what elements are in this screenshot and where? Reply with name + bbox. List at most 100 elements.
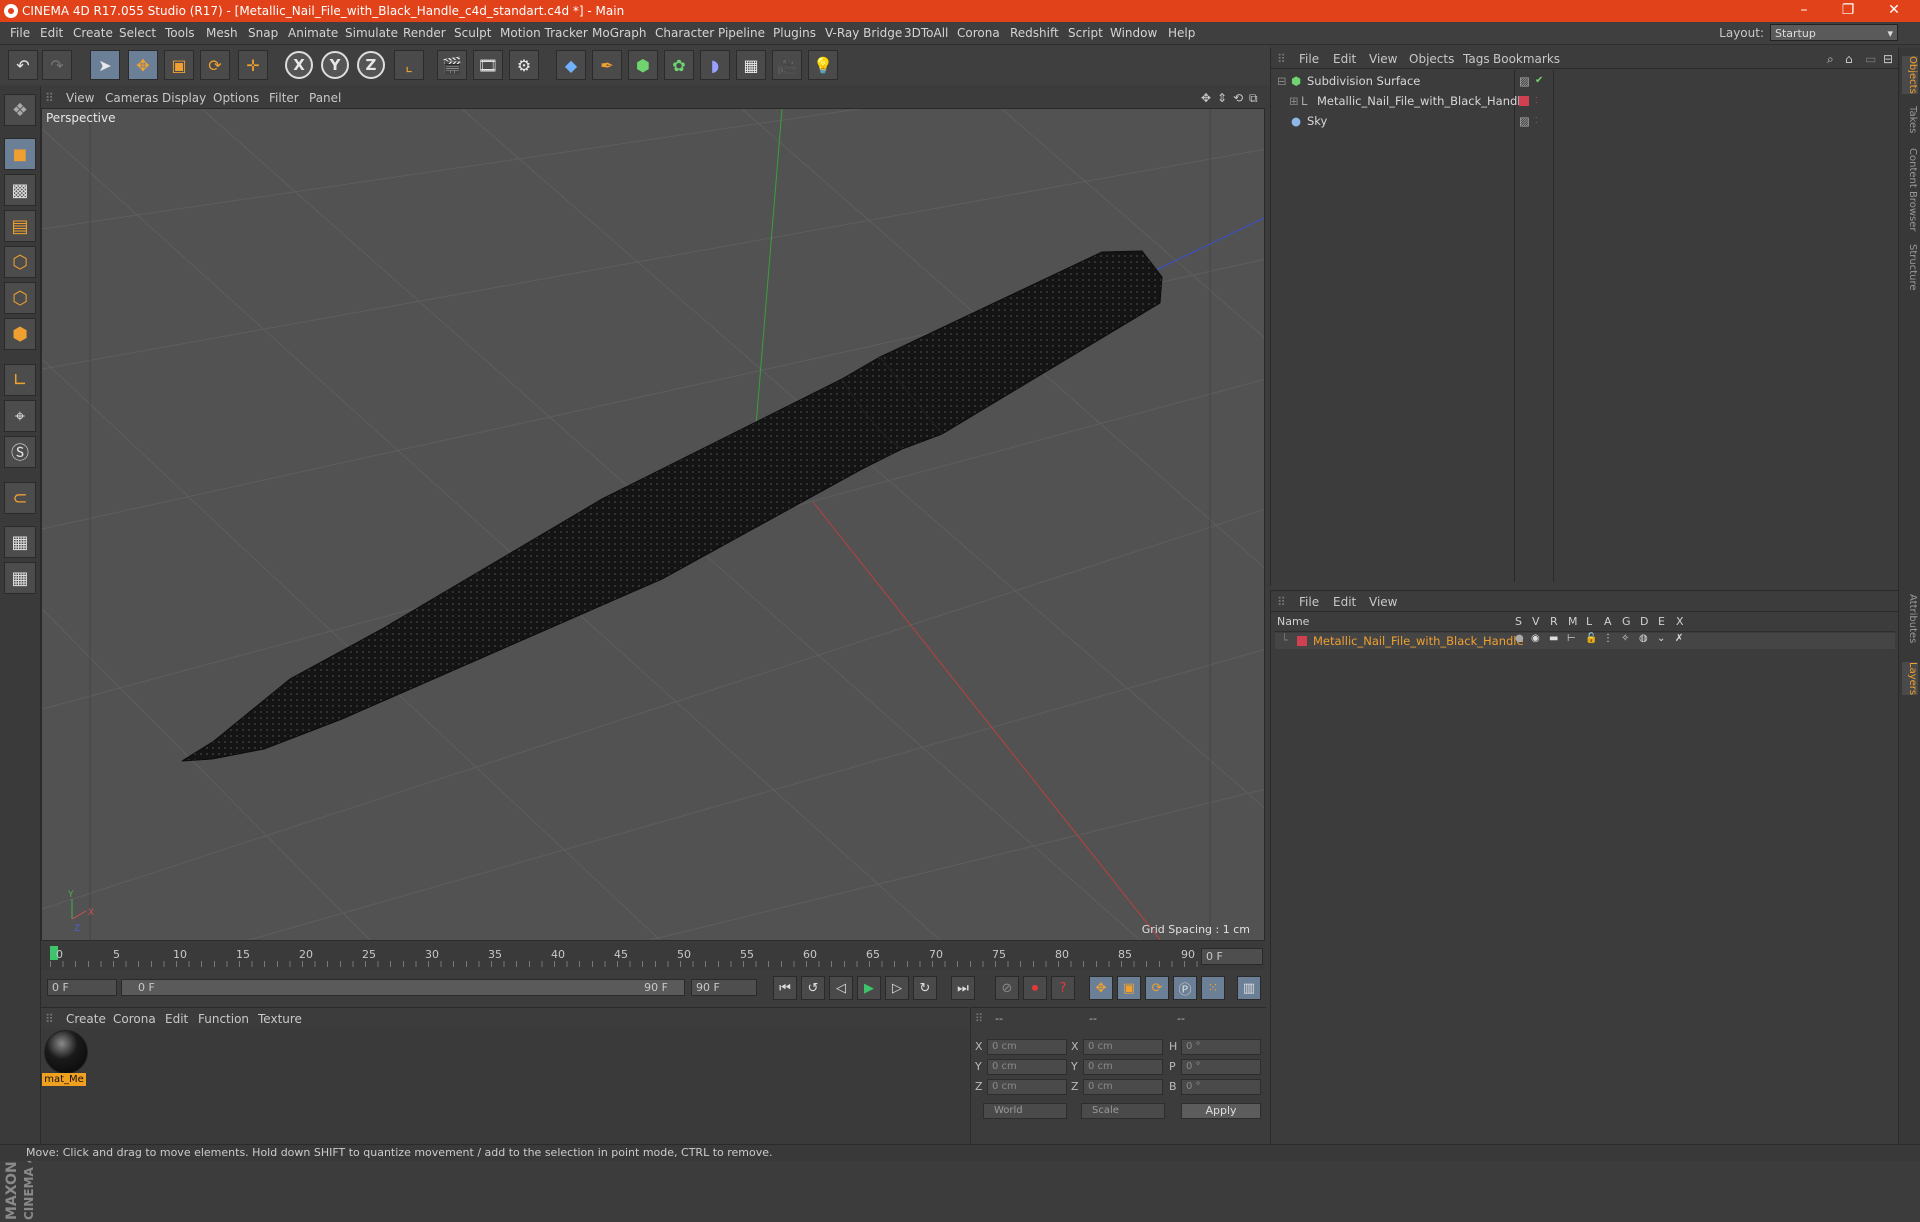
render-clapboard-icon[interactable]: ▬ — [1549, 633, 1558, 644]
texture-mode-button[interactable]: ▩ — [4, 174, 36, 206]
menu-character[interactable]: Character — [655, 26, 714, 40]
menu-script[interactable]: Script — [1068, 26, 1103, 40]
viewport-menu-options[interactable]: Options — [213, 91, 259, 105]
redo-button[interactable]: ↷ — [42, 50, 72, 80]
previous-frame-button[interactable]: ◁ — [829, 976, 853, 1000]
tab-attributes[interactable]: Attributes — [1902, 594, 1918, 643]
viewport-menu-filter[interactable]: Filter — [269, 91, 299, 105]
cloner-button[interactable]: ✿ — [664, 50, 694, 80]
rot-p-field[interactable]: 0 ° — [1181, 1059, 1261, 1075]
viewport-menu-cameras[interactable]: Cameras — [105, 91, 158, 105]
rot-b-field[interactable]: 0 ° — [1181, 1079, 1261, 1095]
timeline-ruler[interactable]: 0 5 10 15 20 25 30 35 40 45 50 55 60 65 … — [41, 942, 1265, 970]
pos-z-field[interactable]: 0 cm — [987, 1079, 1067, 1095]
home-icon[interactable]: ⌂ — [1845, 52, 1853, 66]
next-key-button[interactable]: ↻ — [913, 976, 937, 1000]
apply-button[interactable]: Apply — [1181, 1103, 1261, 1119]
manager-icon[interactable]: ⊢ — [1567, 633, 1576, 644]
layer-tag-icon[interactable]: ▨ — [1519, 72, 1530, 90]
z-axis-lock-button[interactable]: Z — [357, 51, 385, 79]
menu-mograph[interactable]: MoGraph — [592, 26, 647, 40]
deformer-button[interactable]: ◗ — [700, 50, 730, 80]
material-menu-corona[interactable]: Corona — [113, 1012, 156, 1026]
planar-workplane-button[interactable]: ▦ — [4, 562, 36, 594]
material-menu-edit[interactable]: Edit — [165, 1012, 188, 1026]
render-view-button[interactable]: 🎬 — [437, 50, 467, 80]
key-rotation-button[interactable]: ⟳ — [1145, 976, 1169, 1000]
pos-y-field[interactable]: 0 cm — [987, 1059, 1067, 1075]
layer-color-swatch[interactable] — [1519, 96, 1529, 106]
menu-file[interactable]: File — [10, 26, 30, 40]
close-button[interactable]: ✕ — [1872, 0, 1916, 22]
layer-tag-icon[interactable]: ▨ — [1519, 112, 1530, 130]
locked-workplane-button[interactable]: ▦ — [4, 526, 36, 558]
viewport-move-icon[interactable]: ✥ — [1201, 91, 1211, 105]
menu-snap[interactable]: Snap — [248, 26, 278, 40]
preview-range-slider[interactable]: 0 F 90 F — [121, 979, 685, 996]
camera-button[interactable]: 🎥 — [772, 50, 802, 80]
make-editable-button[interactable]: ❖ — [4, 94, 36, 126]
viewport-maximize-icon[interactable]: ⧉ — [1249, 91, 1258, 106]
layer-name[interactable]: Metallic_Nail_File_with_Black_Handle — [1313, 634, 1524, 648]
menu-render[interactable]: Render — [403, 26, 446, 40]
layer-menu-view[interactable]: View — [1369, 595, 1397, 609]
polygons-mode-button[interactable]: ⬢ — [4, 318, 36, 350]
object-menu-tags[interactable]: Tags — [1463, 52, 1490, 66]
workplane-mode-button[interactable]: ▤ — [4, 210, 36, 242]
cube-primitive-button[interactable]: ◆ — [556, 50, 586, 80]
object-menu-edit[interactable]: Edit — [1333, 52, 1356, 66]
size-y-field[interactable]: 0 cm — [1083, 1059, 1163, 1075]
material-preview-swatch[interactable] — [44, 1030, 88, 1074]
menu-simulate[interactable]: Simulate — [345, 26, 398, 40]
key-pla-button[interactable]: ⁙ — [1201, 976, 1225, 1000]
start-frame-field[interactable]: 0 F — [47, 979, 117, 996]
object-row[interactable]: ⊞ Ⅼ Metallic_Nail_File_with_Black_Handle… — [1275, 92, 1895, 110]
layer-row[interactable]: └ Metallic_Nail_File_with_Black_Handle ●… — [1275, 633, 1895, 649]
column-name[interactable]: Name — [1277, 615, 1309, 628]
subdivision-surface-button[interactable]: ⬢ — [628, 50, 658, 80]
y-axis-lock-button[interactable]: Y — [321, 51, 349, 79]
menu-3dtoall[interactable]: 3DToAll — [904, 26, 948, 40]
transform-tool-button[interactable]: ✛ — [238, 50, 268, 80]
animation-icon[interactable]: ⋮ — [1603, 633, 1613, 644]
viewport-zoom-icon[interactable]: ⇕ — [1217, 91, 1227, 105]
coordinate-system-button[interactable]: ⌞ — [394, 50, 424, 80]
tab-layers[interactable]: Layers — [1902, 662, 1918, 696]
record-keys-button[interactable]: ⊘ — [995, 976, 1019, 1000]
size-mode-select[interactable]: Scale — [1081, 1103, 1165, 1119]
timeline-window-button[interactable]: ▥ — [1237, 976, 1261, 1000]
generator-icon[interactable]: ✧ — [1621, 633, 1629, 644]
nail-file-model[interactable] — [181, 250, 1163, 762]
column-locked[interactable]: L — [1586, 615, 1592, 628]
model-mode-button[interactable]: ◼ — [4, 138, 36, 170]
key-position-button[interactable]: ✥ — [1089, 976, 1113, 1000]
render-settings-button[interactable]: ⚙ — [509, 50, 539, 80]
maximize-button[interactable]: ❐ — [1826, 0, 1870, 22]
layer-color-swatch[interactable] — [1297, 636, 1307, 646]
pos-x-field[interactable]: 0 cm — [987, 1039, 1067, 1055]
menu-tools[interactable]: Tools — [165, 26, 195, 40]
deformer-icon[interactable]: ◍ — [1639, 633, 1648, 644]
object-menu-view[interactable]: View — [1369, 52, 1397, 66]
expression-icon[interactable]: ⌄ — [1657, 633, 1665, 644]
rotate-tool-button[interactable]: ⟳ — [200, 50, 230, 80]
menu-redshift[interactable]: Redshift — [1010, 26, 1059, 40]
menu-create[interactable]: Create — [73, 26, 113, 40]
column-solo[interactable]: S — [1515, 615, 1522, 628]
keyframe-selection-button[interactable]: ? — [1051, 976, 1075, 1000]
go-to-start-button[interactable]: ⏮ — [773, 976, 797, 1000]
material-menu-create[interactable]: Create — [66, 1012, 106, 1026]
tab-takes[interactable]: Takes — [1902, 106, 1918, 133]
menu-edit[interactable]: Edit — [40, 26, 63, 40]
coordinate-space-select[interactable]: World — [983, 1103, 1067, 1119]
edges-mode-button[interactable]: ⬡ — [4, 282, 36, 314]
column-generators[interactable]: G — [1622, 615, 1631, 628]
layer-menu-edit[interactable]: Edit — [1333, 595, 1356, 609]
layer-menu-file[interactable]: File — [1299, 595, 1319, 609]
tab-objects[interactable]: Objects — [1902, 56, 1918, 94]
menu-mesh[interactable]: Mesh — [206, 26, 238, 40]
xref-icon[interactable]: ✗ — [1675, 633, 1683, 644]
object-menu-bookmarks[interactable]: Bookmarks — [1493, 52, 1560, 66]
tab-content-browser[interactable]: Content Browser — [1902, 148, 1918, 231]
live-selection-button[interactable]: ➤ — [90, 50, 120, 80]
